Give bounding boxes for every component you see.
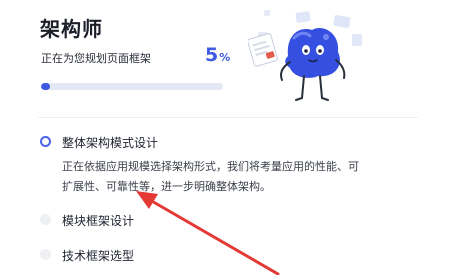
progress-unit: %: [219, 51, 231, 64]
step-1-label: 整体架构模式设计: [62, 136, 159, 150]
page-title: 架构师: [40, 17, 103, 41]
progress-fill: [41, 83, 51, 90]
step-1-description: 正在依据应用规模选择架构形式，我们将考量应用的性能、可扩展性、可靠性等，进一步明…: [62, 160, 359, 193]
step-3-label: 技术框架选型: [62, 249, 135, 263]
status-subtitle: 正在为您规划页面框架: [41, 52, 151, 65]
progress-value: 5: [205, 44, 219, 66]
step-3-status-icon: [40, 249, 51, 260]
robot-mascot-icon: [248, 10, 362, 101]
progress-percent: 5%: [205, 44, 230, 66]
progress-bar: [41, 83, 223, 90]
step-2-status-icon: [40, 214, 51, 225]
step-1-status-icon: [40, 136, 51, 147]
section-divider: [38, 117, 418, 118]
step-2-label: 模块框架设计: [62, 214, 135, 228]
